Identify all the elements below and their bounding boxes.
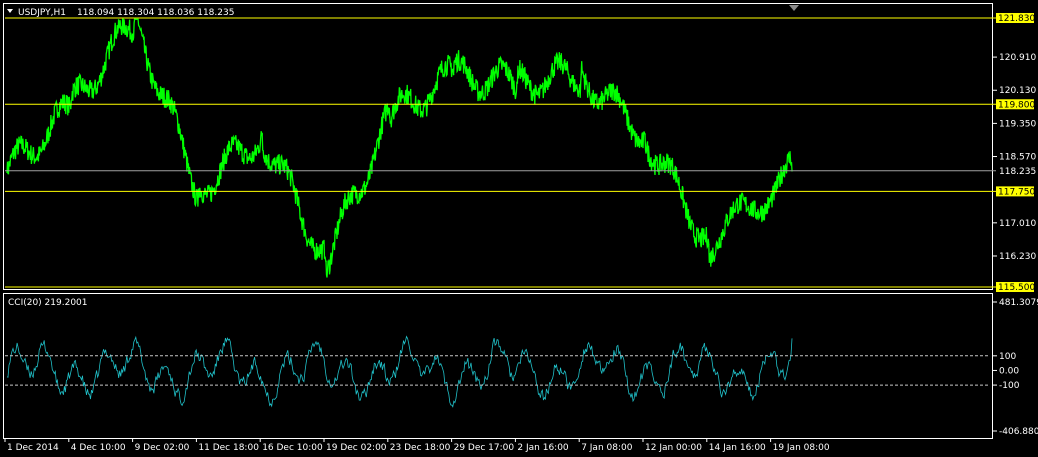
- current-price-label: 118.235: [999, 167, 1036, 177]
- x-tick-label: 23 Dec 18:00: [390, 443, 451, 453]
- trading-chart-window: USDJPY,H1 118.094 118.304 118.036 118.23…: [0, 0, 1038, 457]
- price-layer: [5, 17, 996, 288]
- price-panel-frame: [3, 3, 993, 290]
- x-tick-label: 1 Dec 2014: [7, 443, 59, 453]
- cci-tick-label: 0.00: [999, 366, 1019, 376]
- cci-tick-label: 100: [999, 352, 1016, 362]
- x-tick-label: 19 Dec 02:00: [326, 443, 387, 453]
- cci-series-line: [6, 335, 793, 408]
- price-tick-label: 119.350: [999, 119, 1036, 129]
- cci-panel-frame: [3, 293, 993, 439]
- level-price-label: 121.830: [998, 14, 1035, 24]
- x-tick-label: 11 Dec 18:00: [198, 443, 259, 453]
- price-tick-label: 120.910: [999, 53, 1036, 63]
- x-tick-label: 14 Jan 16:00: [709, 443, 766, 453]
- chart-shift-marker-icon[interactable]: [789, 5, 799, 11]
- cci-layer: [5, 335, 990, 408]
- chevron-down-icon[interactable]: [7, 9, 13, 13]
- price-point: [70, 107, 72, 110]
- price-point: [580, 73, 582, 76]
- cci-tick-label: 481.3079: [999, 298, 1038, 308]
- price-tick-label: 117.010: [999, 219, 1036, 229]
- x-tick-label: 29 Dec 17:00: [454, 443, 515, 453]
- x-tick-label: 16 Dec 10:00: [262, 443, 323, 453]
- cci-tick-label: -406.8805: [999, 427, 1038, 437]
- price-tick-label: 116.230: [999, 252, 1036, 262]
- symbol-title: USDJPY,H1: [18, 8, 66, 18]
- cci-title: CCI(20) 219.2001: [8, 298, 88, 308]
- price-point: [197, 188, 200, 191]
- price-tick-label: 118.570: [999, 153, 1036, 163]
- price-point: [644, 133, 646, 135]
- x-tick-label: 12 Jan 00:00: [645, 443, 702, 453]
- level-price-label: 115.500: [998, 283, 1035, 293]
- chart-canvas[interactable]: USDJPY,H1 118.094 118.304 118.036 118.23…: [0, 0, 1038, 457]
- price-point: [389, 116, 391, 118]
- axis-layer: 121.830 119.800 117.750 115.500 118.235 120.9…: [4, 13, 1038, 453]
- x-tick-label: 9 Dec 02:00: [135, 443, 190, 453]
- price-point: [325, 260, 327, 263]
- level-price-label: 119.800: [998, 100, 1035, 110]
- ohlc-readout: 118.094 118.304 118.036 118.235: [77, 8, 234, 18]
- price-point: [516, 82, 519, 84]
- price-tick-label: 120.130: [999, 86, 1036, 96]
- price-point: [452, 73, 455, 76]
- x-tick-label: 4 Dec 10:00: [71, 443, 126, 453]
- cci-tick-label: -100: [999, 381, 1020, 391]
- level-price-label: 117.750: [998, 187, 1035, 197]
- price-series-line: [6, 18, 793, 278]
- price-point: [133, 18, 136, 21]
- price-point: [261, 133, 264, 135]
- x-tick-label: 2 Jan 16:00: [517, 443, 569, 453]
- price-point: [708, 243, 710, 246]
- x-tick-label: 7 Jan 08:00: [581, 443, 633, 453]
- price-point: [6, 171, 8, 174]
- x-tick-label: 19 Jan 08:00: [773, 443, 830, 453]
